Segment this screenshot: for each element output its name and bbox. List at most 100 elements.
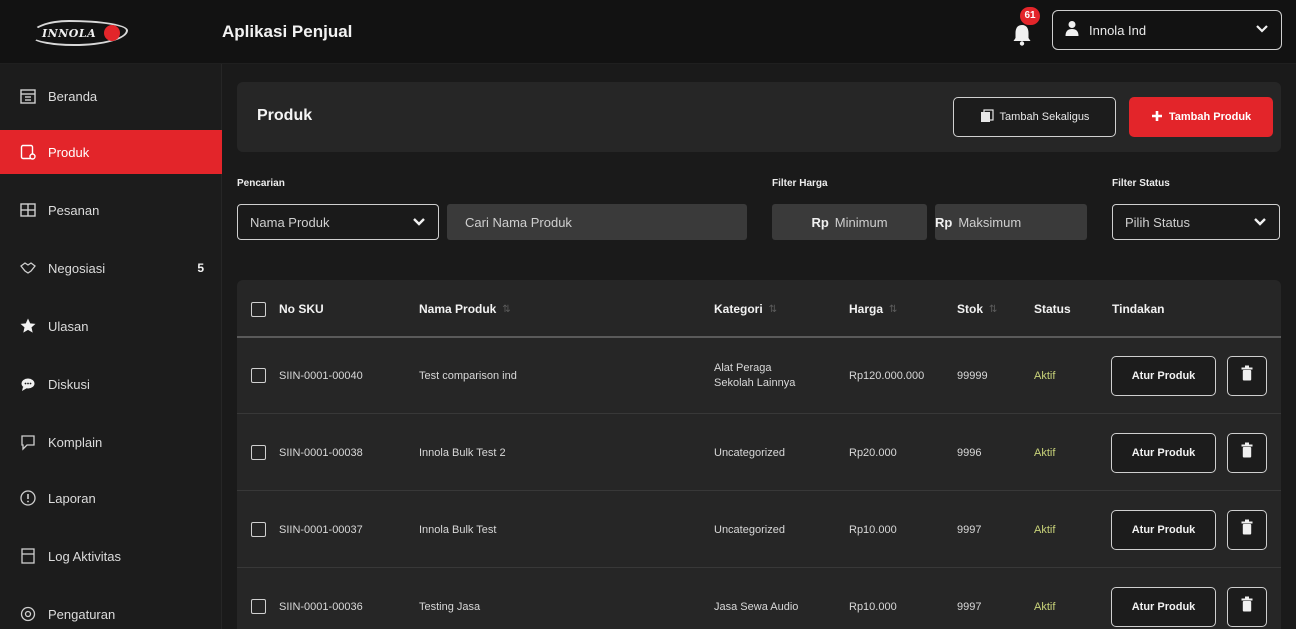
stock-cell: 9996 <box>957 446 982 459</box>
status-cell: Aktif <box>1034 369 1056 382</box>
max-price-input[interactable]: Rp Maksimum <box>935 204 1087 240</box>
delete-button[interactable] <box>1227 355 1267 396</box>
status-cell: Aktif <box>1034 600 1056 613</box>
chevron-down-icon <box>1255 21 1269 39</box>
price-cell: Rp10.000 <box>849 600 897 613</box>
sidebar-item-pesanan[interactable]: Pesanan <box>0 188 222 232</box>
product-name-cell: Test comparison ind <box>419 369 517 382</box>
category-cell: Jasa Sewa Audio <box>714 600 799 613</box>
sku-cell: SIIN-0001-00037 <box>279 523 363 536</box>
min-price-input[interactable]: Rp Minimum <box>772 204 927 240</box>
order-icon <box>18 200 38 220</box>
user-menu-dropdown[interactable]: Innola Ind <box>1052 10 1282 50</box>
row-checkbox[interactable] <box>251 368 266 383</box>
status-filter-label: Filter Status <box>1112 178 1170 189</box>
stock-cell: 9997 <box>957 600 982 613</box>
table-header: No SKU Nama Produk ⇅ Kategori ⇅ Harga ⇅ Sto… <box>237 280 1281 338</box>
price-cell: Rp10.000 <box>849 523 897 536</box>
currency-prefix: Rp <box>811 214 829 230</box>
sort-icon[interactable]: ⇅ <box>989 304 997 315</box>
category-cell: Alat Peraga Sekolah Lainnya <box>714 361 796 389</box>
trash-icon <box>1241 442 1253 463</box>
manage-product-button[interactable]: Atur Produk <box>1111 586 1216 627</box>
price-filter-label: Filter Harga <box>772 178 828 189</box>
currency-prefix: Rp <box>935 214 953 230</box>
category-cell: Uncategorized <box>714 446 785 459</box>
sort-icon[interactable]: ⇅ <box>889 304 897 315</box>
sidebar-item-laporan[interactable]: Laporan <box>0 476 222 520</box>
chevron-down-icon <box>1253 215 1267 230</box>
delete-button[interactable] <box>1227 509 1267 550</box>
bulk-add-button[interactable]: Tambah Sekaligus <box>953 97 1116 137</box>
product-icon <box>18 142 38 162</box>
sidebar-item-komplain[interactable]: Komplain <box>0 420 222 464</box>
plus-icon <box>1151 110 1163 125</box>
sku-cell: SIIN-0001-00036 <box>279 600 363 613</box>
handshake-icon <box>18 258 38 278</box>
search-type-select[interactable]: Nama Produk <box>237 204 439 240</box>
gear-icon <box>18 604 38 624</box>
chat-icon <box>18 374 38 394</box>
column-header-name[interactable]: Nama Produk ⇅ <box>419 302 511 316</box>
page-title: Produk <box>257 107 313 124</box>
sidebar-item-beranda[interactable]: Beranda <box>0 74 222 118</box>
sidebar-item-label: Produk <box>48 144 90 160</box>
table-row: SIIN-0001-00038 Innola Bulk Test 2 Uncat… <box>237 415 1281 491</box>
user-name: Innola Ind <box>1089 22 1147 38</box>
bulk-add-label: Tambah Sekaligus <box>999 111 1090 123</box>
sidebar-item-log-aktivitas[interactable]: Log Aktivitas <box>0 534 222 578</box>
price-cell: Rp120.000.000 <box>849 369 925 382</box>
user-icon <box>1065 20 1079 41</box>
manage-product-button[interactable]: Atur Produk <box>1111 509 1216 550</box>
status-placeholder: Pilih Status <box>1125 214 1191 230</box>
search-input[interactable]: Cari Nama Produk <box>447 204 747 240</box>
status-cell: Aktif <box>1034 523 1056 536</box>
sidebar-item-produk[interactable]: Produk <box>0 130 222 174</box>
product-table: No SKU Nama Produk ⇅ Kategori ⇅ Harga ⇅ Sto… <box>237 280 1281 629</box>
sidebar-item-pengaturan[interactable]: Pengaturan <box>0 592 222 629</box>
table-row: SIIN-0001-00040 Test comparison ind Alat… <box>237 338 1281 414</box>
complaint-icon <box>18 432 38 452</box>
sidebar-item-label: Diskusi <box>48 376 90 392</box>
column-header-category[interactable]: Kategori ⇅ <box>714 302 777 316</box>
sidebar-item-label: Komplain <box>48 434 103 450</box>
select-all-checkbox[interactable] <box>251 302 266 317</box>
sidebar-item-label: Ulasan <box>48 318 89 334</box>
manage-product-button[interactable]: Atur Produk <box>1111 432 1216 473</box>
sort-icon[interactable]: ⇅ <box>769 304 777 315</box>
search-type-value: Nama Produk <box>250 214 330 230</box>
row-checkbox[interactable] <box>251 599 266 614</box>
logo-dot <box>104 25 120 41</box>
stock-cell: 9997 <box>957 523 982 536</box>
row-checkbox[interactable] <box>251 445 266 460</box>
sidebar-item-negosiasi[interactable]: Negosiasi 5 <box>0 246 222 290</box>
main-content: Produk Tambah Sekaligus Tambah Produk Pe… <box>222 64 1296 629</box>
column-header-stock[interactable]: Stok ⇅ <box>957 302 997 316</box>
max-price-placeholder: Maksimum <box>958 214 1022 230</box>
sidebar-item-label: Negosiasi <box>48 260 106 276</box>
sidebar-item-diskusi[interactable]: Diskusi <box>0 362 222 406</box>
row-checkbox[interactable] <box>251 522 266 537</box>
status-cell: Aktif <box>1034 446 1056 459</box>
manage-product-button[interactable]: Atur Produk <box>1111 355 1216 396</box>
home-icon <box>18 86 38 106</box>
trash-icon <box>1241 519 1253 540</box>
logo[interactable]: INNOLA <box>30 18 128 48</box>
app-title: Aplikasi Penjual <box>222 22 353 41</box>
column-header-price[interactable]: Harga ⇅ <box>849 302 897 316</box>
negosiasi-count-badge: 5 <box>197 261 204 275</box>
sidebar-item-ulasan[interactable]: Ulasan <box>0 304 222 348</box>
sidebar-item-label: Laporan <box>48 490 96 506</box>
product-name-cell: Innola Bulk Test 2 <box>419 446 506 459</box>
report-icon <box>18 488 38 508</box>
delete-button[interactable] <box>1227 586 1267 627</box>
status-select[interactable]: Pilih Status <box>1112 204 1280 240</box>
top-bar: INNOLA Aplikasi Penjual 61 Innola Ind <box>0 0 1296 64</box>
category-cell: Uncategorized <box>714 523 785 536</box>
chevron-down-icon <box>412 215 426 230</box>
trash-icon <box>1241 365 1253 386</box>
delete-button[interactable] <box>1227 432 1267 473</box>
sort-icon[interactable]: ⇅ <box>502 304 510 315</box>
column-header-sku: No SKU <box>279 302 324 316</box>
add-product-button[interactable]: Tambah Produk <box>1129 97 1273 137</box>
